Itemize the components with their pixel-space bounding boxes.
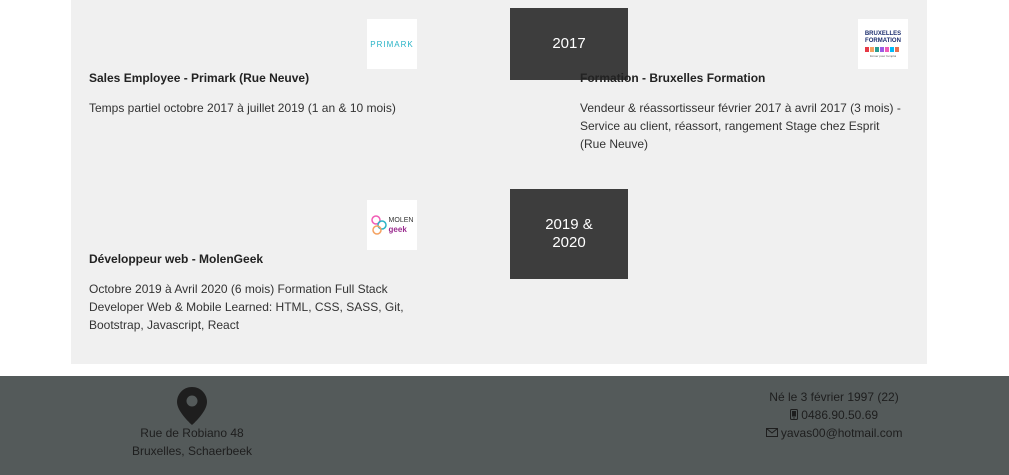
entry-title-molengeek: Développeur web - MolenGeek	[89, 252, 264, 266]
year-badge-2019-2020: 2019 & 2020	[510, 189, 628, 279]
bruxelles-formation-logo: BRUXELLES FORMATION former pour l'emploi	[858, 19, 908, 69]
color-stripes	[865, 46, 899, 52]
map-pin-icon	[177, 387, 207, 425]
molengeek-mark-icon	[370, 215, 387, 235]
entry-desc-primark: Temps partiel octobre 2017 à juillet 201…	[89, 101, 396, 115]
molengeek-logo: MOLEN geek	[367, 200, 417, 250]
address-city: Bruxelles, Schaerbeek	[131, 444, 253, 458]
entry-desc-bruxelles-formation: Vendeur & réassortisseur février 2017 à …	[580, 101, 901, 151]
address-street: Rue de Robiano 48	[140, 426, 244, 440]
year-badge-2017: 2017	[510, 8, 628, 80]
envelope-icon	[765, 428, 778, 437]
experience-timeline: PRIMARK 2017 BRUXELLES FORMATION former …	[71, 0, 927, 364]
footer: Rue de Robiano 48 Bruxelles, Schaerbeek …	[0, 376, 1009, 475]
phone-number[interactable]: 0486.90.50.69	[801, 408, 878, 422]
email-line: yavas00@hotmail.com	[700, 426, 968, 440]
primark-logo: PRIMARK	[367, 19, 417, 69]
entry-desc-molengeek: Octobre 2019 à Avril 2020 (6 mois) Forma…	[89, 282, 404, 332]
phone-icon	[789, 409, 798, 420]
entry-title-primark: Sales Employee - Primark (Rue Neuve)	[89, 71, 310, 85]
entry-title-bruxelles-formation: Formation - Bruxelles Formation	[580, 71, 766, 85]
phone-line: 0486.90.50.69	[700, 408, 968, 422]
birth-date: Né le 3 février 1997 (22)	[769, 390, 899, 404]
email-link[interactable]: yavas00@hotmail.com	[781, 426, 903, 440]
